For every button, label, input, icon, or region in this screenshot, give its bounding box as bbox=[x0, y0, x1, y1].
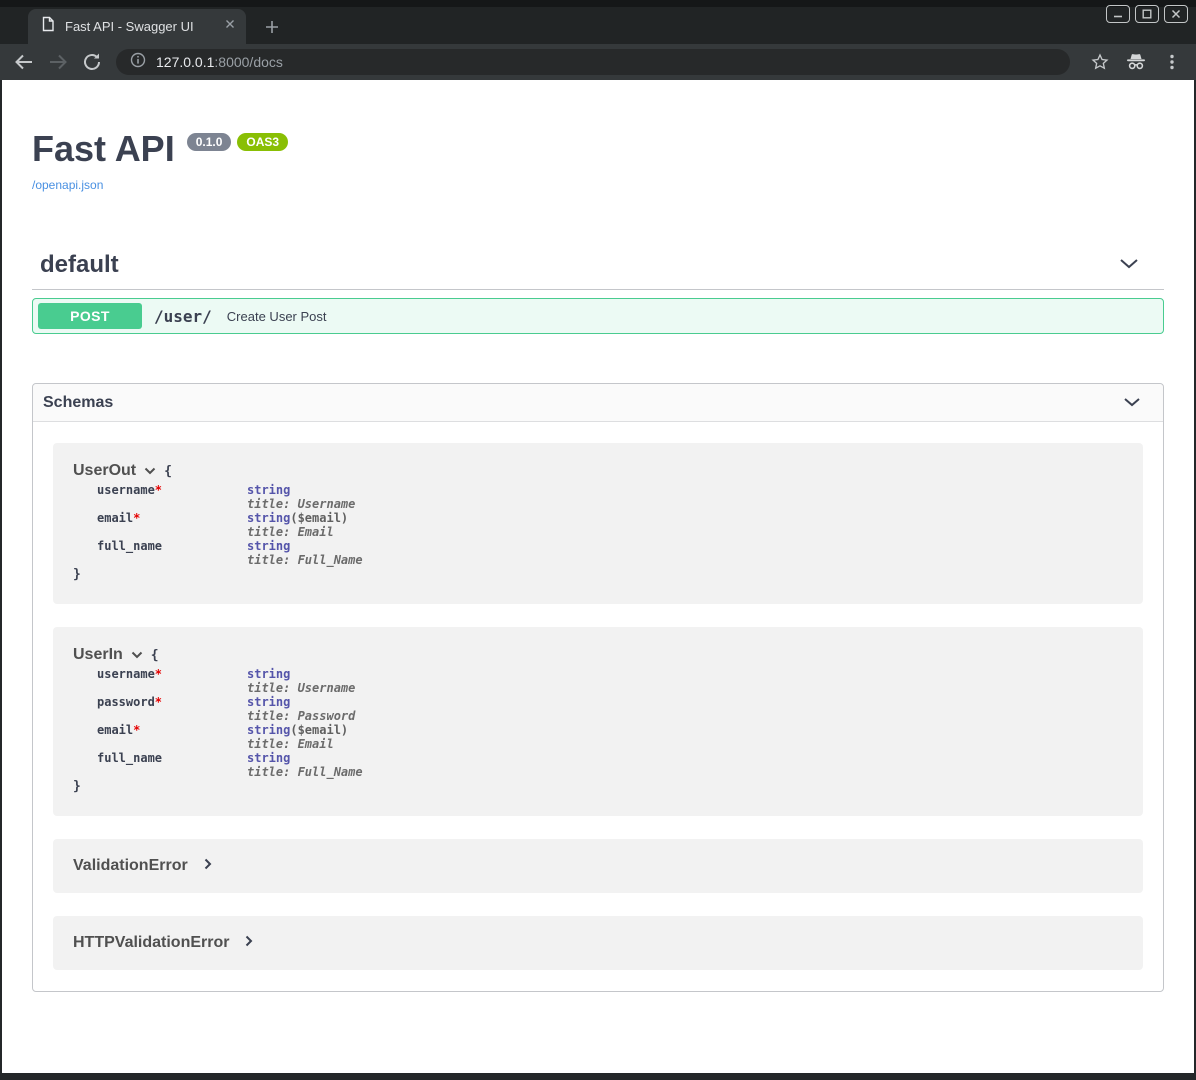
property-title-row: title: Email bbox=[97, 525, 1123, 539]
maximize-button[interactable] bbox=[1135, 5, 1159, 23]
chevron-right-icon bbox=[204, 857, 212, 875]
chevron-down-icon bbox=[1119, 256, 1139, 274]
tag-header-default[interactable]: default bbox=[32, 251, 1164, 290]
browser-window: Fast API - Swagger UI bbox=[0, 0, 1196, 1080]
page-viewport: Fast API 0.1.0 OAS3 /openapi.json defaul… bbox=[2, 80, 1194, 1073]
api-info: Fast API 0.1.0 OAS3 /openapi.json bbox=[32, 130, 1164, 194]
oas3-badge: OAS3 bbox=[237, 133, 288, 151]
reload-button[interactable] bbox=[78, 48, 106, 76]
minimize-button[interactable] bbox=[1106, 5, 1130, 23]
model-validationerror[interactable]: ValidationError bbox=[53, 839, 1143, 893]
schemas-header[interactable]: Schemas bbox=[33, 384, 1163, 422]
model-userout-header[interactable]: UserOut { bbox=[73, 462, 1123, 480]
tag-section-default: default POST /user/ Create User Post bbox=[32, 251, 1164, 334]
property-row: username* string bbox=[97, 667, 1123, 681]
property-title-row: title: Username bbox=[97, 681, 1123, 695]
endpoint-path: /user/ bbox=[154, 307, 212, 326]
property-title-row: title: Password bbox=[97, 709, 1123, 723]
brace-open: { bbox=[164, 464, 172, 479]
bookmark-star-icon[interactable] bbox=[1086, 48, 1114, 76]
property-row: email* string($email) bbox=[97, 511, 1123, 525]
brace-close: } bbox=[73, 779, 1123, 794]
incognito-icon bbox=[1122, 48, 1150, 76]
model-userin-header[interactable]: UserIn { bbox=[73, 646, 1123, 664]
browser-menu-icon[interactable] bbox=[1158, 48, 1186, 76]
tab-title: Fast API - Swagger UI bbox=[65, 19, 213, 34]
endpoint-summary: Create User Post bbox=[227, 309, 327, 324]
browser-toolbar: 127.0.0.1:8000/docs bbox=[0, 44, 1196, 80]
brace-close: } bbox=[73, 567, 1123, 582]
chevron-down-icon[interactable] bbox=[131, 646, 143, 664]
method-badge: POST bbox=[38, 303, 142, 329]
brace-open: { bbox=[151, 648, 159, 663]
required-star: * bbox=[155, 667, 162, 681]
required-star: * bbox=[155, 695, 162, 709]
property-row: full_name string bbox=[97, 751, 1123, 765]
browser-tab[interactable]: Fast API - Swagger UI bbox=[28, 9, 246, 44]
model-userout: UserOut { username* string bbox=[53, 443, 1143, 604]
chevron-down-icon[interactable] bbox=[144, 462, 156, 480]
schemas-title: Schemas bbox=[43, 394, 113, 412]
property-row: password* string bbox=[97, 695, 1123, 709]
new-tab-button[interactable] bbox=[260, 15, 284, 39]
tag-title: default bbox=[40, 251, 119, 279]
api-title: Fast API bbox=[32, 130, 175, 168]
required-star: * bbox=[133, 511, 140, 525]
model-name: UserOut bbox=[73, 462, 136, 480]
model-name: ValidationError bbox=[73, 857, 188, 875]
property-row: email* string($email) bbox=[97, 723, 1123, 737]
required-star: * bbox=[155, 483, 162, 497]
back-button[interactable] bbox=[10, 48, 38, 76]
schemas-body: UserOut { username* string bbox=[33, 422, 1163, 991]
url-text: 127.0.0.1:8000/docs bbox=[156, 54, 283, 70]
forward-button[interactable] bbox=[44, 48, 72, 76]
tab-strip: Fast API - Swagger UI bbox=[0, 0, 1196, 44]
site-info-icon[interactable] bbox=[130, 52, 146, 73]
chevron-down-icon bbox=[1123, 394, 1141, 412]
schemas-section: Schemas UserOut { bbox=[32, 383, 1164, 992]
property-title-row: title: Email bbox=[97, 737, 1123, 751]
close-window-button[interactable] bbox=[1164, 5, 1188, 23]
model-userin: UserIn { username* string bbox=[53, 627, 1143, 816]
model-httpvalidationerror[interactable]: HTTPValidationError bbox=[53, 916, 1143, 970]
opblock-post-user[interactable]: POST /user/ Create User Post bbox=[32, 298, 1164, 334]
property-row: full_name string bbox=[97, 539, 1123, 553]
window-controls bbox=[1106, 5, 1188, 23]
required-star: * bbox=[133, 723, 140, 737]
property-title-row: title: Full_Name bbox=[97, 553, 1123, 567]
property-title-row: title: Full_Name bbox=[97, 765, 1123, 779]
url-bar[interactable]: 127.0.0.1:8000/docs bbox=[116, 49, 1070, 75]
model-name: UserIn bbox=[73, 646, 123, 664]
tab-close-icon[interactable] bbox=[222, 16, 238, 37]
model-name: HTTPValidationError bbox=[73, 934, 229, 952]
chevron-right-icon bbox=[245, 934, 253, 952]
version-badge: 0.1.0 bbox=[187, 133, 232, 151]
page-favicon-icon bbox=[40, 16, 56, 37]
property-title-row: title: Username bbox=[97, 497, 1123, 511]
property-row: username* string bbox=[97, 483, 1123, 497]
openapi-spec-link[interactable]: /openapi.json bbox=[32, 178, 103, 192]
